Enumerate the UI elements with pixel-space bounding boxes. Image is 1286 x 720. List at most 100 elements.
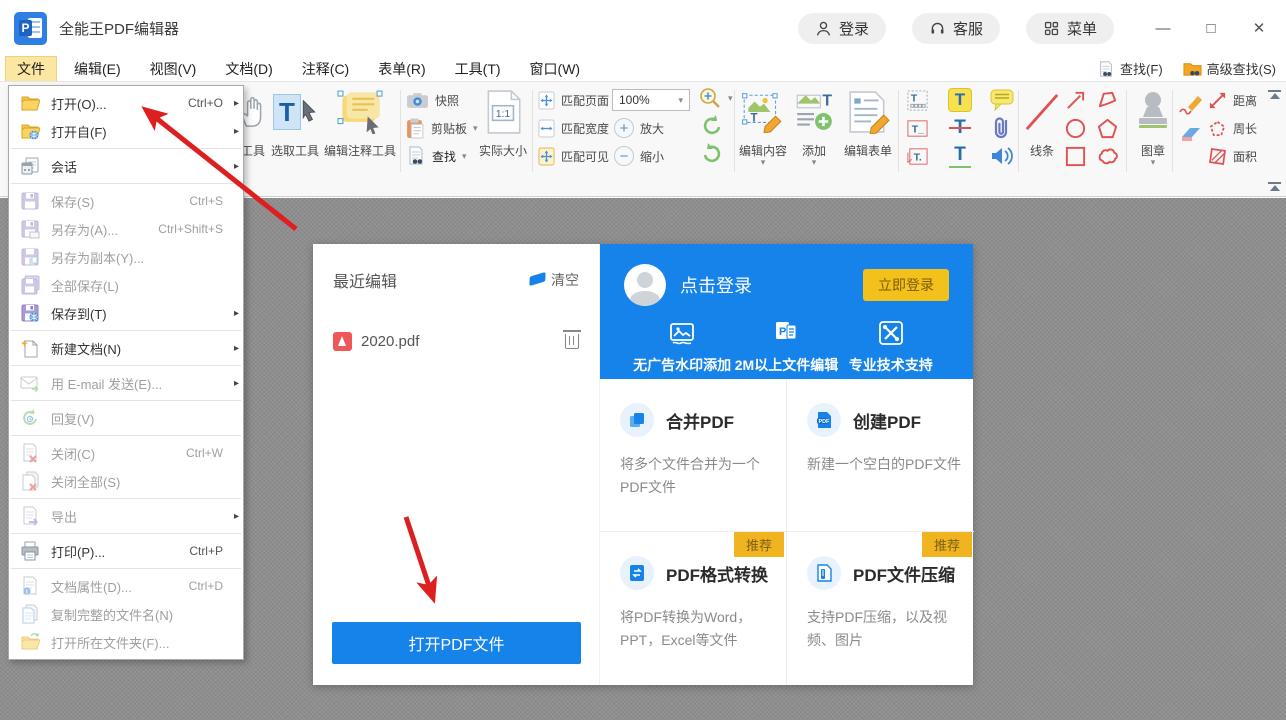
file-menu-item-revert[interactable]: 回复(V) — [9, 404, 243, 432]
line-tool-button[interactable]: 线条 — [1022, 86, 1062, 159]
support-button[interactable]: 客服 — [912, 13, 1000, 44]
fit-width-button[interactable]: 匹配宽度 — [538, 116, 609, 140]
marquee-zoom-button[interactable]: ▾ — [698, 86, 733, 110]
file-menu-item-copy-filename[interactable]: 复制完整的文件名(N) — [9, 600, 243, 628]
save-copy-icon — [19, 247, 41, 267]
zoom-in-button[interactable]: + 放大 — [614, 116, 664, 140]
find-button[interactable]: 查找(F) — [1097, 59, 1163, 78]
sticky-note-button[interactable] — [990, 88, 1014, 112]
login-button[interactable]: 登录 — [798, 13, 886, 44]
file-menu-item-email[interactable]: 用 E-mail 发送(E)... ▸ — [9, 369, 243, 397]
measure-distance-button[interactable]: 距离 — [1208, 88, 1257, 112]
file-menu-item-close-all[interactable]: 关闭全部(S) — [9, 467, 243, 495]
create-pdf-card[interactable]: PDF 创建PDF 新建一个空白的PDF文件 — [787, 379, 974, 532]
file-menu-item-close[interactable]: 关闭(C) Ctrl+W — [9, 439, 243, 467]
menu-item-shortcut: Ctrl+D — [189, 579, 227, 593]
measure-perimeter-button[interactable]: 周长 — [1208, 116, 1257, 140]
merge-pdf-card[interactable]: 合并PDF 将多个文件合并为一个PDF文件 — [600, 379, 787, 532]
pencil-tool-button[interactable] — [1178, 92, 1204, 116]
zoom-level-select[interactable]: 100% ▾ — [612, 89, 690, 111]
file-menu-item-open[interactable]: 打开(O)... Ctrl+O ▸ — [9, 89, 243, 117]
select-tool-button[interactable]: T 选取工具 — [266, 86, 324, 159]
strikethrough-text-button[interactable]: T — [948, 116, 972, 140]
menubar-item-view[interactable]: 视图(V) — [138, 56, 209, 82]
arrow-tool-button[interactable] — [1064, 88, 1087, 112]
text-annotation-tool-button[interactable]: T. — [906, 144, 929, 168]
attach-file-button[interactable] — [992, 116, 1012, 140]
edit-form-button[interactable]: 编辑表单 — [840, 86, 896, 159]
rotate-left-icon — [700, 114, 724, 138]
actual-size-button[interactable]: 1:1 实际大小 — [476, 86, 530, 159]
recommended-badge: 推荐 — [734, 532, 784, 557]
login-now-button[interactable]: 立即登录 — [863, 269, 949, 301]
ellipse-tool-button[interactable] — [1064, 116, 1087, 140]
open-pdf-button[interactable]: 打开PDF文件 — [332, 622, 581, 664]
edit-form-label: 编辑表单 — [840, 142, 896, 159]
eraser-icon — [529, 272, 545, 286]
file-menu-item-save-to[interactable]: 保存到(T) ▸ — [9, 299, 243, 327]
eraser-tool-button[interactable] — [1178, 122, 1204, 146]
file-menu-item-open-from[interactable]: 打开自(F) ▸ — [9, 117, 243, 145]
close-button[interactable]: ✕ — [1250, 19, 1268, 37]
menu-item-label: 新建文档(N) — [51, 339, 121, 358]
menu-button[interactable]: 菜单 — [1026, 13, 1114, 44]
menubar-item-window[interactable]: 窗口(W) — [518, 56, 593, 82]
zoom-out-button[interactable]: − 缩小 — [614, 144, 664, 168]
close-all-icon — [19, 471, 41, 491]
measure-area-button[interactable]: 面积 — [1208, 144, 1257, 168]
minimize-button[interactable]: — — [1154, 20, 1172, 37]
edit-comment-tool-button[interactable]: 编辑注释工具 — [322, 86, 398, 159]
polyline-tool-button[interactable] — [1096, 88, 1119, 112]
text-field-tool-button[interactable]: T — [906, 88, 929, 112]
pdf-convert-card[interactable]: 推荐 PDF格式转换 将PDF转换为Word，PPT，Excel等文件 — [600, 532, 787, 685]
menubar-item-tools[interactable]: 工具(T) — [443, 56, 513, 82]
feature-tech-support: 专业技术支持 — [839, 320, 943, 375]
fit-page-button[interactable]: 匹配页面 — [538, 88, 609, 112]
underline-text-button[interactable]: T — [948, 144, 972, 168]
measure-perimeter-label: 周长 — [1233, 120, 1257, 137]
toolbar-find-button[interactable]: 查找 ▾ — [406, 144, 467, 168]
menubar-item-document[interactable]: 文档(D) — [213, 56, 284, 82]
file-menu-item-properties[interactable]: i 文档属性(D)... Ctrl+D — [9, 572, 243, 600]
file-menu-item-save-all[interactable]: 全部保存(L) — [9, 271, 243, 299]
menubar-item-edit[interactable]: 编辑(E) — [62, 56, 133, 82]
menu-bar: 文件 编辑(E) 视图(V) 文档(D) 注释(C) 表单(R) 工具(T) 窗… — [0, 56, 1286, 81]
clear-recent-button[interactable]: 清空 — [530, 270, 579, 290]
text-box-tool-button[interactable]: T_ — [906, 116, 929, 140]
avatar[interactable] — [624, 264, 666, 306]
file-menu-item-export[interactable]: 导出 ▸ — [9, 502, 243, 530]
rectangle-tool-button[interactable] — [1064, 144, 1087, 168]
advanced-find-button[interactable]: 高级查找(S) — [1183, 59, 1276, 78]
file-menu-item-save-copy[interactable]: 另存为副本(Y)... — [9, 243, 243, 271]
add-button[interactable]: T 添加 ▾ — [792, 86, 836, 165]
fit-visible-button[interactable]: 匹配可见 — [538, 144, 609, 168]
clipboard-button[interactable]: 剪贴板 ▾ — [406, 116, 478, 140]
sound-comment-button[interactable] — [990, 144, 1014, 168]
stamp-button[interactable]: 图章 ▾ — [1130, 86, 1176, 165]
edit-content-button[interactable]: T 编辑内容 ▾ — [738, 86, 788, 165]
menubar-item-comment[interactable]: 注释(C) — [290, 56, 361, 82]
rotate-right-button[interactable] — [700, 142, 724, 166]
file-menu-item-session[interactable]: 会话 ▸ — [9, 152, 243, 180]
file-menu-item-open-folder[interactable]: 打开所在文件夹(F)... — [9, 628, 243, 656]
rotate-left-button[interactable] — [700, 114, 724, 138]
pdf-compress-card[interactable]: 推荐 PDF文件压缩 支持PDF压缩，以及视频、图片 — [787, 532, 974, 685]
login-prompt[interactable]: 点击登录 — [680, 272, 752, 298]
file-menu-item-new-document[interactable]: 新建文档(N) ▸ — [9, 334, 243, 362]
recent-file-row[interactable]: 2020.pdf — [333, 332, 579, 351]
recommended-badge: 推荐 — [922, 532, 972, 557]
cloud-tool-button[interactable] — [1096, 144, 1119, 168]
file-menu-item-print[interactable]: 打印(P)... Ctrl+P — [9, 537, 243, 565]
collapse-toolbar-icon[interactable] — [1268, 90, 1281, 102]
delete-file-icon[interactable] — [565, 334, 579, 349]
measure-distance-label: 距离 — [1233, 92, 1257, 109]
menubar-item-file[interactable]: 文件 — [5, 56, 57, 82]
snapshot-button[interactable]: 快照 — [406, 88, 459, 112]
maximize-button[interactable]: □ — [1202, 20, 1220, 37]
highlight-text-button[interactable]: T — [948, 88, 972, 112]
polygon-tool-button[interactable] — [1096, 116, 1119, 140]
file-menu-item-save-as[interactable]: 另存为(A)... Ctrl+Shift+S — [9, 215, 243, 243]
menubar-item-form[interactable]: 表单(R) — [366, 56, 437, 82]
file-menu-item-save[interactable]: 保存(S) Ctrl+S — [9, 187, 243, 215]
collapse-toolbar-bottom-icon[interactable] — [1268, 182, 1281, 194]
